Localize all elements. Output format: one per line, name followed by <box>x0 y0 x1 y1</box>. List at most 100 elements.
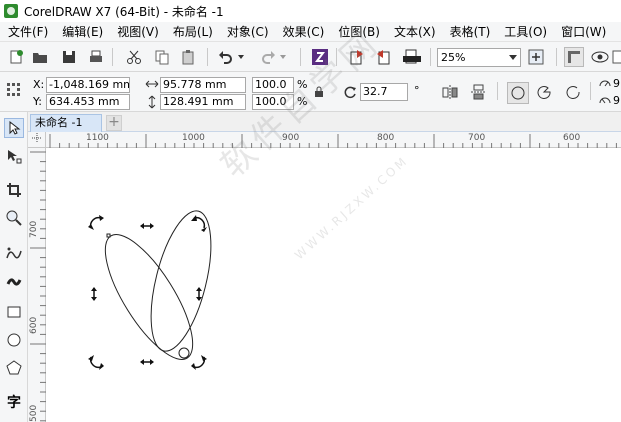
skew-handle-bottom[interactable] <box>140 359 154 365</box>
text-tool-icon[interactable]: 字 <box>4 392 24 412</box>
new-icon[interactable] <box>6 47 26 67</box>
property-bar: X: -1,048.169 mm Y: 634.453 mm 95.778 mm… <box>0 72 621 112</box>
y-label: Y: <box>33 95 42 108</box>
ellipse-node[interactable] <box>178 347 190 359</box>
undo-dropdown-icon[interactable] <box>236 47 246 67</box>
rectangle-tool-icon[interactable] <box>4 302 24 322</box>
start-angle-icon <box>599 78 611 93</box>
ruler-tick-label: 1000 <box>182 133 205 143</box>
rotate-handle-bottom-right[interactable] <box>191 355 207 370</box>
menu-tools[interactable]: 工具(O) <box>496 23 553 40</box>
height-icon <box>147 95 157 112</box>
add-tab-button[interactable]: + <box>106 115 122 131</box>
pie-mode-icon[interactable] <box>537 85 551 102</box>
skew-handle-left[interactable] <box>91 287 97 301</box>
ruler-tick-label: 1100 <box>86 133 109 143</box>
cut-icon[interactable] <box>124 47 144 67</box>
zoom-tool-icon[interactable] <box>4 208 24 228</box>
menu-window[interactable]: 窗口(W) <box>553 23 612 40</box>
ruler-tick-label: 700 <box>468 133 486 143</box>
ellipse-shape-right[interactable] <box>139 205 222 357</box>
open-icon[interactable] <box>30 47 50 67</box>
redo-icon[interactable] <box>258 47 278 67</box>
mirror-horizontal-icon[interactable] <box>442 84 458 103</box>
shape-tool-icon[interactable] <box>4 146 24 166</box>
skew-handle-right[interactable] <box>196 287 202 301</box>
undo-icon[interactable] <box>216 47 236 67</box>
toolbar-separator <box>336 48 337 66</box>
full-screen-icon[interactable] <box>526 47 546 67</box>
menu-layout[interactable]: 布局(L) <box>165 23 219 40</box>
start-angle-value: 9 <box>613 77 620 90</box>
ellipse-mode-icon[interactable] <box>507 82 529 104</box>
rotate-handle-bottom-left[interactable] <box>88 355 104 370</box>
drawing-canvas[interactable] <box>46 148 621 422</box>
save-icon[interactable] <box>59 47 79 67</box>
ellipse-node[interactable] <box>106 233 111 238</box>
paste-icon[interactable] <box>178 47 198 67</box>
print-icon[interactable] <box>86 47 106 67</box>
ruler-tick-label: 800 <box>377 133 395 143</box>
horizontal-ruler[interactable]: 1100 1000 900 800 700 600 <box>46 132 621 148</box>
degree-label: ° <box>414 84 420 97</box>
width-icon <box>145 79 159 92</box>
menu-bitmaps[interactable]: 位图(B) <box>330 23 386 40</box>
redo-dropdown-icon[interactable] <box>278 47 288 67</box>
lock-ratio-icon[interactable] <box>314 86 324 101</box>
menu-view[interactable]: 视图(V) <box>109 23 165 40</box>
rotate-handle-top-left[interactable] <box>88 215 104 230</box>
zoom-level-select[interactable]: 25% <box>437 48 521 67</box>
scale-x-input[interactable]: 100.0 <box>252 77 294 93</box>
menu-edit[interactable]: 编辑(E) <box>54 23 109 40</box>
menu-file[interactable]: 文件(F) <box>0 23 54 40</box>
y-position-input[interactable]: 634.453 mm <box>46 94 130 110</box>
rotation-angle-input[interactable]: 32.7 <box>360 83 408 101</box>
ellipse-tool-icon[interactable] <box>4 330 24 350</box>
menu-bar: 文件(F) 编辑(E) 视图(V) 布局(L) 对象(C) 效果(C) 位图(B… <box>0 22 621 42</box>
toolbar-separator <box>300 48 301 66</box>
title-bar: CorelDRAW X7 (64-Bit) - 未命名 -1 <box>0 0 621 22</box>
coreldraw-logo-icon <box>4 4 18 18</box>
object-origin-icon[interactable] <box>6 82 22 101</box>
export-icon[interactable] <box>374 47 394 67</box>
height-input[interactable]: 128.491 mm <box>160 94 246 110</box>
copy-icon[interactable] <box>152 47 172 67</box>
menu-text[interactable]: 文本(X) <box>386 23 442 40</box>
freehand-tool-icon[interactable] <box>4 244 24 264</box>
toolbar-separator <box>590 82 591 100</box>
overflow-button[interactable] <box>612 47 621 67</box>
arc-mode-icon[interactable] <box>566 85 580 102</box>
x-label: X: <box>33 78 45 91</box>
width-input[interactable]: 95.778 mm <box>160 77 246 93</box>
menu-object[interactable]: 对象(C) <box>219 23 275 40</box>
toolbox: 字 <box>0 112 28 422</box>
show-rulers-icon[interactable] <box>564 47 584 67</box>
publish-pdf-icon[interactable] <box>402 47 422 67</box>
scale-y-input[interactable]: 100.0 <box>252 94 294 110</box>
artistic-media-icon[interactable] <box>4 272 24 292</box>
crop-tool-icon[interactable] <box>4 180 24 200</box>
document-tab[interactable]: 未命名 -1 <box>30 114 102 132</box>
search-content-icon[interactable] <box>310 47 330 67</box>
standard-toolbar: 25% <box>0 42 621 72</box>
mirror-vertical-icon[interactable] <box>470 84 486 103</box>
view-icon[interactable] <box>590 47 610 67</box>
skew-handle-top[interactable] <box>140 223 154 229</box>
import-icon[interactable] <box>346 47 366 67</box>
toolbar-separator <box>497 82 498 100</box>
vertical-ruler[interactable]: 700 600 500 <box>28 148 46 422</box>
menu-table[interactable]: 表格(T) <box>442 23 497 40</box>
pick-tool-icon[interactable] <box>4 118 24 138</box>
toolbar-separator <box>112 48 113 66</box>
ruler-origin[interactable] <box>28 132 46 148</box>
polygon-tool-icon[interactable] <box>4 358 24 378</box>
ruler-tick-label: 500 <box>29 404 39 422</box>
ellipse-shape-left[interactable] <box>90 223 209 372</box>
end-angle-icon <box>599 95 611 110</box>
rotate-handle-top-right[interactable] <box>191 215 207 232</box>
ruler-tick-label: 600 <box>563 133 581 143</box>
menu-effects[interactable]: 效果(C) <box>275 23 331 40</box>
x-position-input[interactable]: -1,048.169 mm <box>46 77 130 93</box>
zoom-level-value: 25% <box>441 51 466 64</box>
end-angle-value: 9 <box>613 94 620 107</box>
